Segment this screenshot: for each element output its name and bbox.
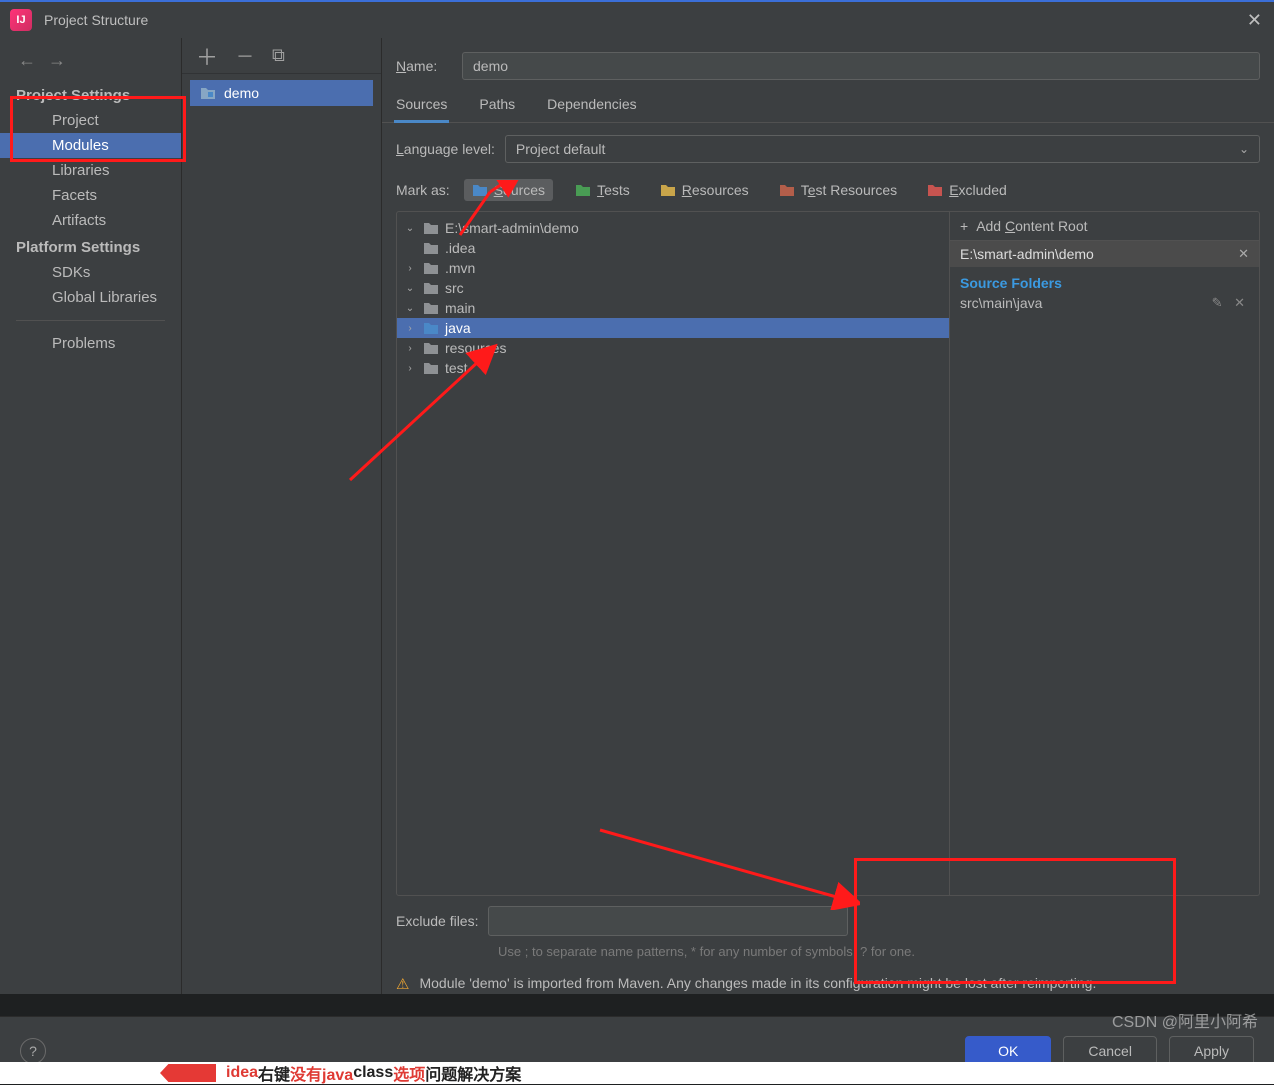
module-item-demo[interactable]: demo: [190, 80, 373, 106]
module-toolbar: ＋ － ⧉: [182, 38, 381, 74]
article-icon: [160, 1064, 216, 1082]
name-label: Name:: [396, 58, 450, 74]
dialog-body: ← → Project Settings Project Modules Lib…: [0, 38, 1274, 994]
settings-sidebar: ← → Project Settings Project Modules Lib…: [0, 38, 182, 994]
tab-paths[interactable]: Paths: [479, 96, 515, 122]
close-icon[interactable]: ✕: [1247, 10, 1262, 31]
folder-icon: [423, 361, 439, 375]
tree-row-resources[interactable]: › resources: [397, 338, 949, 358]
sidebar-item-global-libraries[interactable]: Global Libraries: [0, 285, 181, 310]
content-root-tree[interactable]: ⌄ E:\smart-admin\demo .idea › .mvn ⌄: [396, 211, 950, 896]
sidebar-item-facets[interactable]: Facets: [0, 183, 181, 208]
copy-module-icon[interactable]: ⧉: [272, 45, 285, 66]
sidebar-item-modules[interactable]: Modules: [0, 133, 181, 158]
sidebar-item-artifacts[interactable]: Artifacts: [0, 208, 181, 233]
help-icon[interactable]: ?: [20, 1038, 46, 1064]
exclude-files-input[interactable]: [488, 906, 848, 936]
tab-dependencies[interactable]: Dependencies: [547, 96, 637, 122]
tree-row-root[interactable]: ⌄ E:\smart-admin\demo: [397, 218, 949, 238]
source-folder-actions[interactable]: ✎ ✕: [1212, 295, 1249, 311]
tree-row-idea[interactable]: .idea: [397, 238, 949, 258]
folder-icon: [423, 261, 439, 275]
expand-icon[interactable]: ›: [403, 343, 417, 354]
ok-button[interactable]: OK: [965, 1036, 1051, 1066]
resources-folder-icon: [660, 183, 676, 197]
tree-row-src[interactable]: ⌄ src: [397, 278, 949, 298]
cancel-button[interactable]: Cancel: [1063, 1036, 1157, 1066]
back-icon[interactable]: ←: [18, 50, 36, 71]
test-resources-folder-icon: [779, 183, 795, 197]
folder-icon: [423, 301, 439, 315]
expand-icon[interactable]: ›: [403, 363, 417, 374]
source-folders-title: Source Folders: [950, 267, 1259, 293]
sidebar-divider: [16, 320, 165, 321]
language-level-value: Project default: [516, 141, 606, 157]
add-module-icon[interactable]: ＋: [196, 40, 218, 72]
sources-folder-icon: [472, 183, 488, 197]
window-title: Project Structure: [44, 12, 148, 28]
source-folder-item[interactable]: src\main\java ✎ ✕: [950, 293, 1259, 313]
nav-arrows: ← →: [0, 46, 181, 81]
expand-icon[interactable]: ⌄: [403, 303, 417, 314]
folder-icon: [423, 341, 439, 355]
expand-icon[interactable]: ⌄: [403, 223, 417, 234]
expand-icon[interactable]: ›: [403, 263, 417, 274]
module-tabs: Sources Paths Dependencies: [382, 96, 1274, 123]
mark-as-label: Mark as:: [396, 182, 450, 198]
folder-icon: [423, 221, 439, 235]
sidebar-item-problems[interactable]: Problems: [0, 331, 181, 356]
content-root-path[interactable]: E:\smart-admin\demo ✕: [950, 241, 1259, 267]
excluded-folder-icon: [927, 183, 943, 197]
module-detail-panel: Name: demo Sources Paths Dependencies La…: [382, 38, 1274, 994]
folder-icon: [423, 281, 439, 295]
section-platform-settings: Platform Settings: [0, 233, 181, 260]
mark-sources-button[interactable]: Sources: [464, 179, 553, 201]
add-content-root-button[interactable]: Add Content Root: [950, 212, 1259, 241]
tab-sources[interactable]: Sources: [396, 96, 447, 122]
exclude-files-label: Exclude files:: [396, 913, 478, 929]
sidebar-item-libraries[interactable]: Libraries: [0, 158, 181, 183]
mark-tests-button[interactable]: Tests: [567, 179, 638, 201]
apply-button[interactable]: Apply: [1169, 1036, 1254, 1066]
warning-text: Module 'demo' is imported from Maven. An…: [419, 973, 1096, 994]
app-icon: IJ: [10, 9, 32, 31]
name-input[interactable]: demo: [462, 52, 1260, 80]
sidebar-item-sdks[interactable]: SDKs: [0, 260, 181, 285]
expand-icon[interactable]: ⌄: [403, 283, 417, 294]
mark-test-resources-button[interactable]: Test Resources: [771, 179, 906, 201]
folder-icon: [423, 241, 439, 255]
section-project-settings: Project Settings: [0, 81, 181, 108]
remove-root-icon[interactable]: ✕: [1238, 246, 1249, 262]
remove-module-icon[interactable]: －: [236, 43, 254, 69]
tests-folder-icon: [575, 183, 591, 197]
chevron-down-icon: ⌄: [1239, 142, 1249, 156]
sidebar-item-project[interactable]: Project: [0, 108, 181, 133]
expand-icon[interactable]: ›: [403, 323, 417, 334]
language-level-select[interactable]: Project default ⌄: [505, 135, 1260, 163]
exclude-files-hint: Use ; to separate name patterns, * for a…: [396, 936, 1156, 962]
title-bar: IJ Project Structure ✕: [0, 0, 1274, 38]
module-list-panel: ＋ － ⧉ demo: [182, 38, 382, 994]
tree-row-java[interactable]: › java: [397, 318, 949, 338]
language-level-label: Language level:: [396, 141, 495, 157]
tree-row-test[interactable]: › test: [397, 358, 949, 378]
forward-icon[interactable]: →: [48, 50, 66, 71]
tree-row-main[interactable]: ⌄ main: [397, 298, 949, 318]
tree-row-mvn[interactable]: › .mvn: [397, 258, 949, 278]
module-item-label: demo: [224, 85, 259, 101]
mark-excluded-button[interactable]: Excluded: [919, 179, 1015, 201]
content-root-side: Add Content Root E:\smart-admin\demo ✕ S…: [950, 211, 1260, 896]
mark-resources-button[interactable]: Resources: [652, 179, 757, 201]
sources-folder-icon: [423, 321, 439, 335]
article-title-strip: idea 右键 没有java class 选项 问题解决方案: [0, 1062, 1274, 1084]
warning-icon: ⚠: [396, 975, 409, 993]
module-folder-icon: [200, 86, 216, 100]
